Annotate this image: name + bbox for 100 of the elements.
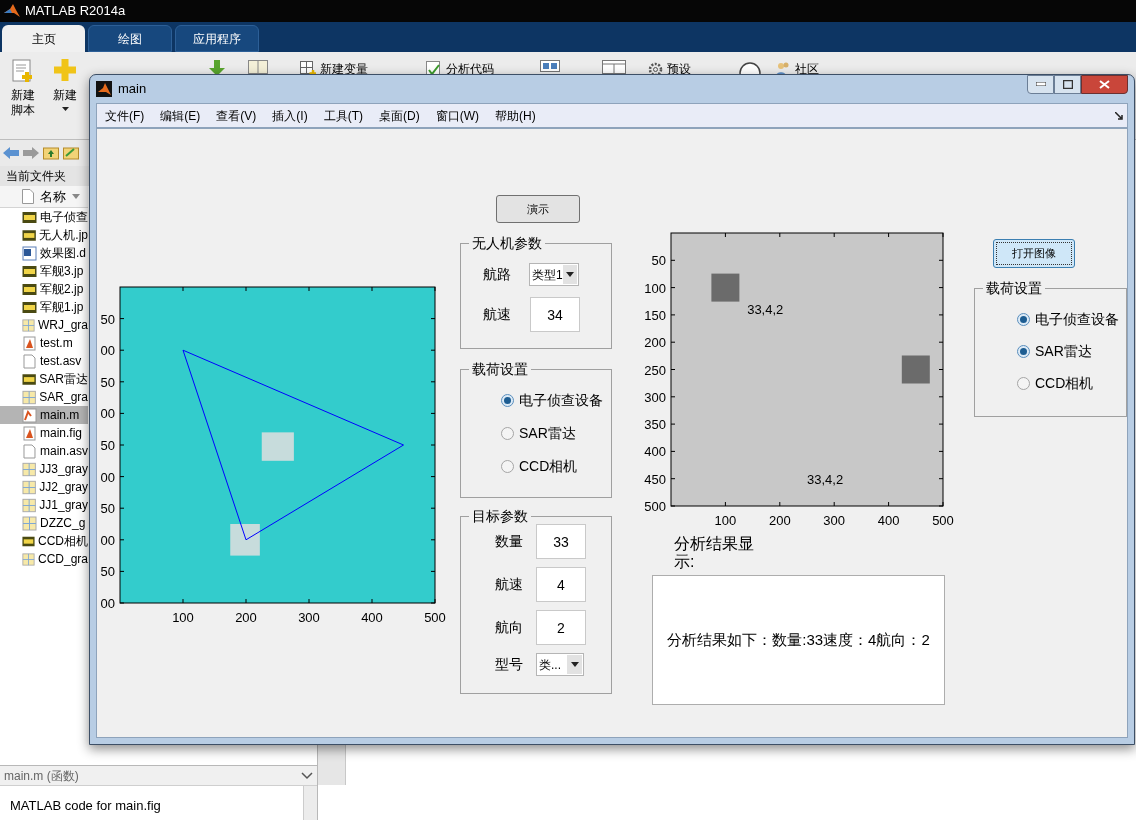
demo-button[interactable]: 演示 (496, 195, 580, 223)
field-label: 数量 (495, 532, 523, 551)
file-row[interactable]: test.m (0, 334, 88, 352)
layout-icon[interactable] (248, 60, 268, 74)
menu-item[interactable]: 编辑(E) (160, 106, 201, 125)
radio-button[interactable] (1017, 376, 1030, 390)
file-icon (22, 189, 34, 204)
maximize-icon (1062, 79, 1073, 89)
tick-label: 300 (644, 389, 666, 405)
tick-label: 00 (100, 532, 115, 548)
radio-button[interactable] (1017, 344, 1030, 358)
radio-button[interactable] (501, 459, 514, 473)
file-row[interactable]: SAR_gra (0, 388, 88, 406)
window-icon[interactable] (540, 60, 560, 72)
file-row[interactable]: SAR雷达 (0, 370, 88, 388)
chevron-down-icon[interactable] (301, 771, 313, 780)
file-row[interactable]: CCD_gra (0, 550, 88, 568)
radio-label: CCD相机 (1035, 373, 1094, 393)
menu-item[interactable]: 窗口(W) (435, 106, 479, 125)
group-title: 无人机参数 (471, 235, 543, 251)
field-label: 航向 (495, 618, 523, 637)
ribbon-tab[interactable]: 应用程序 (175, 25, 259, 52)
result-box: 分析结果如下：数量:33速度：4航向：2 (652, 575, 945, 705)
file-row[interactable]: JJ2_gray (0, 478, 88, 496)
menu-item[interactable]: 插入(I) (272, 106, 308, 125)
tick-label: 50 (100, 311, 115, 327)
caret-icon (565, 272, 574, 277)
tick-label: 00 (100, 343, 115, 359)
tick-label: 50 (651, 253, 666, 269)
tick-label: 300 (823, 513, 846, 528)
dropdown[interactable]: 类... (536, 653, 584, 676)
tick-label: 500 (424, 610, 446, 625)
tick-label: 400 (361, 610, 383, 625)
down-arrow-icon[interactable] (208, 60, 226, 76)
tick-label: 400 (644, 444, 666, 460)
ribbon-tab[interactable]: 绘图 (88, 25, 172, 52)
field-label: 型号 (495, 655, 523, 674)
file-row[interactable]: JJ1_gray (0, 496, 88, 514)
text-field[interactable]: 33 (536, 524, 586, 559)
file-row[interactable]: JJ3_gray (0, 460, 88, 478)
new-label[interactable]: 新建 (53, 88, 77, 103)
file-row[interactable]: main.asv (0, 442, 88, 460)
file-row[interactable]: 军舰1.jp (0, 298, 88, 316)
up-folder-icon[interactable] (43, 146, 59, 160)
text-field[interactable]: 4 (536, 567, 586, 602)
preferences-label[interactable]: 预设 (667, 60, 691, 78)
text-file-icon (22, 443, 37, 459)
menu-item[interactable]: 帮助(H) (495, 106, 536, 125)
file-row[interactable]: WRJ_gra (0, 316, 88, 334)
maximize-button[interactable] (1054, 74, 1081, 94)
layout-icon[interactable] (602, 60, 626, 74)
caret-icon (570, 662, 579, 667)
tick-label: 250 (644, 362, 666, 378)
open-image-button[interactable]: 打开图像 (993, 239, 1075, 268)
menu-item[interactable]: 工具(T) (323, 106, 363, 125)
minimize-button[interactable] (1027, 74, 1054, 94)
close-button[interactable] (1081, 74, 1128, 94)
column-header[interactable]: 名称 (0, 186, 88, 208)
dropdown[interactable]: 类型1 (529, 263, 579, 286)
photo-placeholder (261, 432, 294, 461)
tick-label: 50 (100, 438, 115, 453)
details-text: MATLAB code for main.fig (9, 797, 161, 815)
text-field[interactable]: 34 (530, 297, 580, 332)
variable-grid-icon[interactable] (300, 61, 316, 77)
text-field[interactable]: 2 (536, 610, 586, 645)
new-variable-label[interactable]: 新建变量 (320, 60, 368, 78)
file-row[interactable]: main.m (0, 406, 88, 424)
scrollbar[interactable] (303, 786, 317, 820)
details-title: main.m (函数) (4, 767, 79, 785)
menu-item[interactable]: 文件(F) (105, 106, 145, 125)
menu-item[interactable]: 查看(V) (216, 106, 257, 125)
back-arrow-icon[interactable] (3, 147, 19, 159)
analyze-code-label[interactable]: 分析代码 (446, 60, 494, 78)
data-file-icon (22, 317, 35, 333)
file-row[interactable]: CCD相机 (0, 532, 88, 550)
file-row[interactable]: 无人机.jp (0, 226, 88, 244)
details-header[interactable]: main.m (函数) (0, 766, 317, 786)
file-row[interactable]: DZZC_g (0, 514, 88, 532)
radio-button[interactable] (501, 426, 514, 440)
browse-folder-icon[interactable] (63, 146, 79, 160)
radio-label: 电子侦查设备 (519, 390, 603, 410)
settings-icon[interactable] (648, 61, 663, 77)
file-row[interactable]: test.asv (0, 352, 88, 370)
script-file-icon (22, 335, 37, 351)
new-script-label[interactable]: 新建 脚本 (11, 88, 35, 118)
menu-item[interactable]: 桌面(D) (379, 106, 420, 125)
column-title: 名称 (40, 187, 66, 206)
script-file-icon (22, 425, 37, 441)
file-row[interactable]: 效果图.d (0, 244, 88, 262)
photo-placeholder (230, 524, 260, 556)
radio-button[interactable] (1017, 312, 1030, 326)
image-file-icon (22, 371, 37, 387)
file-row[interactable]: 军舰3.jp (0, 262, 88, 280)
community-label[interactable]: 社区 (795, 60, 819, 78)
radio-button[interactable] (501, 393, 514, 407)
arrow-icon[interactable] (1115, 111, 1123, 120)
file-row[interactable]: main.fig (0, 424, 88, 442)
file-row[interactable]: 电子侦查 (0, 208, 88, 226)
file-row[interactable]: 军舰2.jp (0, 280, 88, 298)
ribbon-tab[interactable]: 主页 (2, 25, 85, 52)
